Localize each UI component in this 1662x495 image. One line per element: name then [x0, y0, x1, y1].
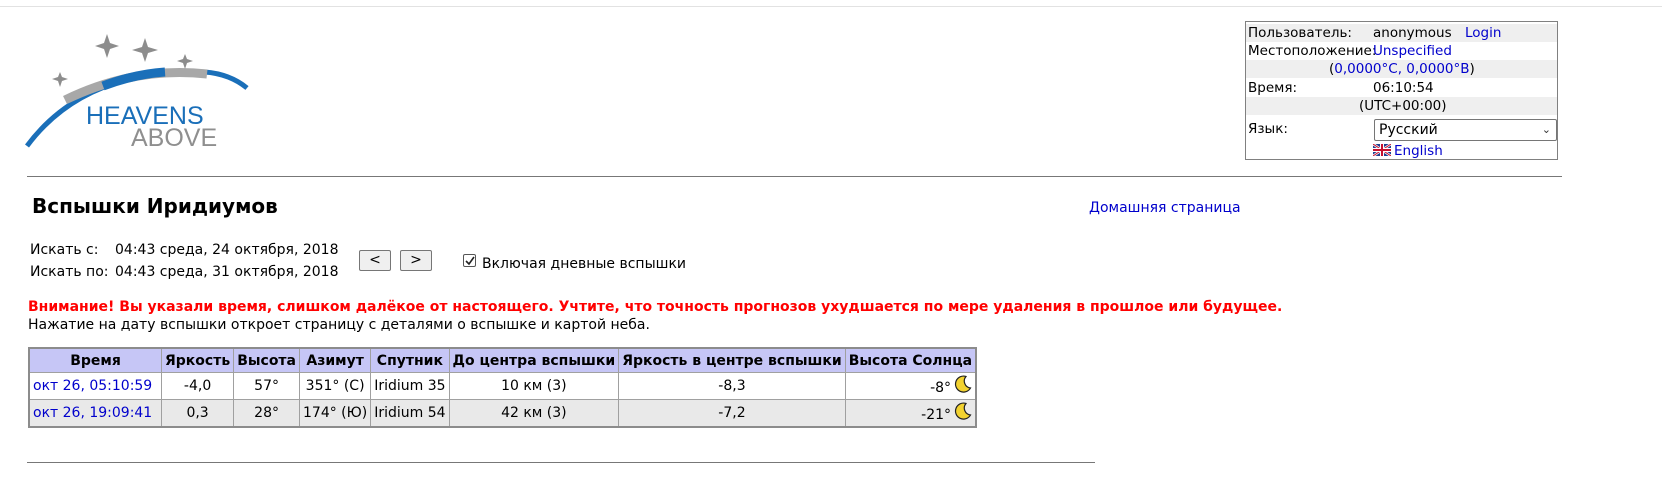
table-header-row: Время Яркость Высота Азимут Спутник До ц…: [28, 347, 977, 373]
daytime-flares-label[interactable]: Включая дневные вспышки: [482, 256, 686, 272]
center-brightness-cell: -8,3: [618, 372, 846, 400]
uk-flag-icon: [1372, 142, 1392, 158]
altitude-cell: 28°: [233, 399, 300, 428]
column-header-satellite: Спутник: [370, 347, 450, 373]
user-label: Пользователь:: [1248, 25, 1352, 41]
chevron-down-icon: ⌄: [1541, 123, 1551, 136]
coords-link[interactable]: 0,0000°С, 0,0000°В: [1334, 61, 1469, 77]
search-to-label: Искать по:: [30, 264, 109, 280]
warning-message: Внимание! Вы указали время, слишком далё…: [28, 299, 1283, 315]
satellite-cell: Iridium 54: [370, 399, 450, 428]
location-label: Местоположение:: [1248, 43, 1377, 59]
sun-altitude-value: -21°: [921, 407, 952, 423]
satellite-cell: Iridium 35: [370, 372, 450, 400]
next-week-button[interactable]: >: [400, 250, 432, 271]
time-value: 06:10:54: [1373, 80, 1434, 96]
footer-divider: [27, 462, 1095, 463]
column-header-azimuth: Азимут: [298, 347, 372, 373]
page-title: Вспышки Иридиумов: [32, 194, 278, 218]
flare-time-link[interactable]: окт 26, 19:09:41: [33, 405, 152, 421]
column-header-brightness: Яркость: [160, 347, 235, 373]
english-link[interactable]: English: [1394, 143, 1443, 159]
sun-altitude-cell: -8°: [844, 372, 977, 400]
azimuth-cell: 351° (С): [298, 372, 372, 400]
brightness-cell: 0,3: [160, 399, 235, 428]
brightness-cell: -4,0: [160, 372, 235, 400]
column-header-time: Время: [28, 347, 162, 373]
center-brightness-cell: -7,2: [618, 399, 846, 428]
checkmark-icon: [465, 256, 475, 266]
location-link[interactable]: Unspecified: [1373, 42, 1452, 60]
time-label: Время:: [1248, 80, 1297, 96]
table-row: окт 26, 05:10:59 -4,0 57° 351° (С) Iridi…: [28, 372, 977, 400]
logo-text-above: ABOVE: [131, 124, 217, 152]
heavens-above-logo[interactable]: HEAVENS ABOVE: [24, 28, 255, 153]
previous-week-button[interactable]: <: [359, 250, 391, 271]
column-header-altitude: Высота: [233, 347, 300, 373]
distance-cell: 42 км (3): [448, 399, 620, 428]
azimuth-cell: 174° (Ю): [298, 399, 372, 428]
browser-bookmark-strip: [0, 0, 1662, 7]
iridium-flares-table: Время Яркость Высота Азимут Спутник До ц…: [28, 347, 978, 428]
search-from-value: 04:43 среда, 24 октября, 2018: [115, 242, 339, 258]
user-info-box: Пользователь: anonymous Login Местополож…: [1245, 21, 1558, 160]
language-selected-value: Русский: [1379, 122, 1438, 138]
language-label: Язык:: [1248, 121, 1288, 137]
login-link[interactable]: Login: [1465, 24, 1501, 42]
column-header-distance-to-center: До центра вспышки: [448, 347, 620, 373]
language-select[interactable]: Русский ⌄: [1374, 119, 1557, 141]
hint-text: Нажатие на дату вспышки откроет страницу…: [28, 317, 650, 333]
moon-icon: [954, 402, 972, 424]
altitude-cell: 57°: [233, 372, 300, 400]
sun-altitude-value: -8°: [930, 380, 952, 396]
home-page-link[interactable]: Домашняя страница: [1089, 200, 1241, 216]
search-to-value: 04:43 среда, 31 октября, 2018: [115, 264, 339, 280]
sun-altitude-cell: -21°: [844, 399, 977, 428]
column-header-sun-altitude: Высота Солнца: [844, 347, 977, 373]
daytime-flares-checkbox[interactable]: [463, 254, 476, 267]
coords-close-paren: ): [1469, 61, 1475, 77]
column-header-center-brightness: Яркость в центре вспышки: [618, 347, 846, 373]
flare-time-link[interactable]: окт 26, 05:10:59: [33, 378, 152, 394]
moon-icon: [954, 375, 972, 397]
user-value: anonymous: [1373, 25, 1452, 41]
search-from-label: Искать с:: [30, 242, 99, 258]
distance-cell: 10 км (3): [448, 372, 620, 400]
timezone-value: (UTC+00:00): [1359, 98, 1447, 114]
table-row: окт 26, 19:09:41 0,3 28° 174° (Ю) Iridiu…: [28, 399, 977, 428]
header-divider: [27, 176, 1562, 177]
